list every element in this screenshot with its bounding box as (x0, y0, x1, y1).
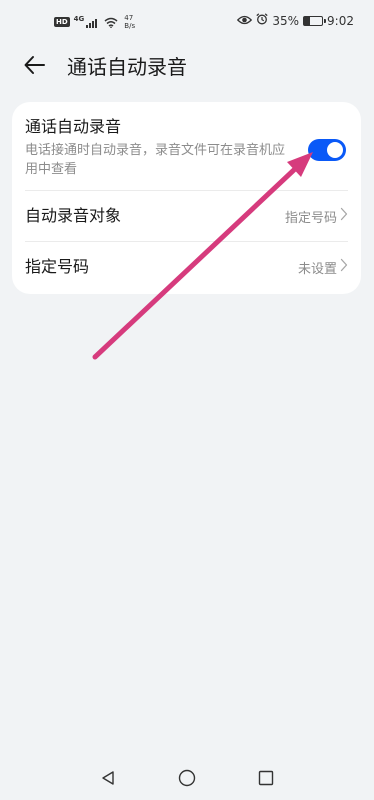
record-target-value: 指定号码 (284, 210, 337, 226)
specified-numbers-value: 未设置 (297, 261, 337, 277)
triangle-back-icon (100, 770, 116, 790)
record-target-title: 自动录音对象 (25, 206, 122, 225)
nav-recent-button[interactable] (254, 768, 278, 792)
chevron-right-icon (340, 258, 348, 276)
hd-badge: HD (54, 17, 70, 27)
auto-record-toggle[interactable] (308, 139, 346, 161)
specified-numbers-title: 指定号码 (25, 257, 90, 276)
speed-unit: B/s (124, 22, 136, 30)
status-bar-right: 35% 9:02 (237, 13, 354, 28)
battery-fill (304, 16, 311, 25)
nav-back-button[interactable] (96, 768, 120, 792)
network-type: 4G (73, 15, 85, 23)
header: 通话自动录音 (0, 44, 374, 88)
arrow-left-icon (23, 55, 47, 79)
alarm-icon (256, 13, 269, 28)
nav-home-button[interactable] (175, 768, 199, 792)
wifi-icon (104, 13, 118, 32)
settings-card: 通话自动录音 电话接通时自动录音，录音文件可在录音机应用中查看 自动录音对象 指… (12, 102, 361, 294)
back-button[interactable] (20, 52, 50, 82)
auto-record-title: 通话自动录音 (25, 117, 122, 136)
eye-icon (237, 14, 253, 28)
record-target-value-group: 指定号码 (285, 207, 348, 226)
toggle-knob (327, 142, 343, 158)
battery-percent: 35% (272, 13, 300, 28)
chevron-right-icon (340, 207, 348, 225)
battery-icon (303, 15, 326, 26)
navigation-bar (0, 762, 374, 796)
network-speed: 47 B/s (124, 14, 135, 30)
speed-value: 47 (124, 14, 134, 22)
page-title: 通话自动录音 (67, 55, 187, 79)
auto-record-description: 电话接通时自动录音，录音文件可在录音机应用中查看 (25, 143, 286, 177)
square-recent-icon (258, 770, 274, 790)
circle-home-icon (178, 769, 196, 791)
status-bar: HD 4G 47 B/s 35% 9:02 (0, 0, 374, 40)
clock: 9:02 (327, 13, 354, 28)
status-bar-left: HD 4G 47 B/s (54, 12, 135, 32)
specified-numbers-value-group: 未设置 (298, 258, 348, 277)
auto-record-row[interactable]: 通话自动录音 电话接通时自动录音，录音文件可在录音机应用中查看 (25, 116, 348, 192)
signal-icon (86, 13, 100, 32)
specified-numbers-row[interactable]: 指定号码 未设置 (25, 242, 348, 292)
record-target-row[interactable]: 自动录音对象 指定号码 (25, 191, 348, 241)
